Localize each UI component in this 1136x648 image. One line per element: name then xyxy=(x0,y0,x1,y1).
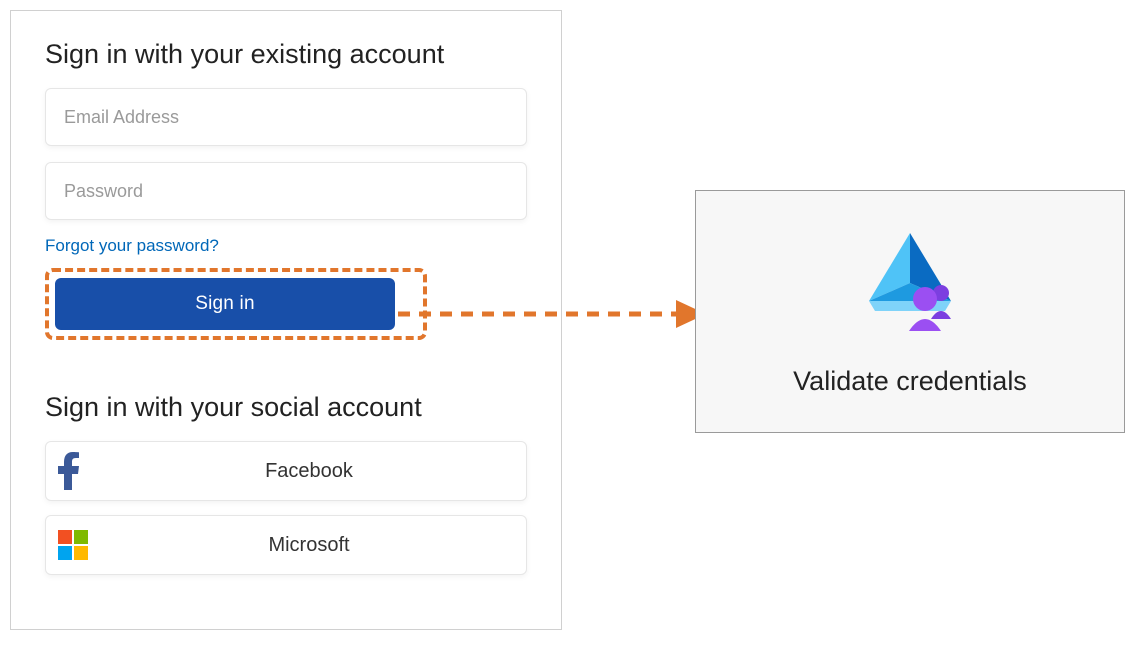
validate-credentials-box: Validate credentials xyxy=(695,190,1125,433)
password-field[interactable] xyxy=(45,162,527,220)
validate-caption: Validate credentials xyxy=(793,366,1027,397)
azure-ad-icon xyxy=(855,227,965,342)
email-field[interactable] xyxy=(45,88,527,146)
microsoft-icon xyxy=(58,530,104,560)
social-title: Sign in with your social account xyxy=(45,392,527,423)
signin-button[interactable]: Sign in xyxy=(55,278,395,330)
facebook-label: Facebook xyxy=(104,460,514,483)
microsoft-label: Microsoft xyxy=(104,534,514,557)
microsoft-button[interactable]: Microsoft xyxy=(45,515,527,575)
arrow-icon xyxy=(398,294,708,334)
forgot-password-link[interactable]: Forgot your password? xyxy=(45,236,219,256)
signin-highlight-frame: Sign in xyxy=(45,268,427,340)
facebook-button[interactable]: Facebook xyxy=(45,441,527,501)
facebook-icon xyxy=(58,452,104,490)
signin-title: Sign in with your existing account xyxy=(45,39,527,70)
social-section: Sign in with your social account Faceboo… xyxy=(45,392,527,575)
